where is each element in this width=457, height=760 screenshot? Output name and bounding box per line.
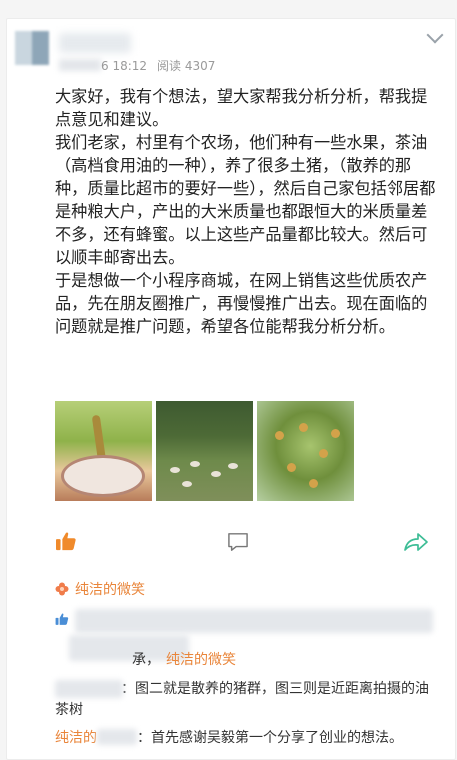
comment-text: ：首先感谢吴毅第一个分享了创业的想法。 — [137, 730, 403, 746]
liker-list-blurred — [75, 609, 433, 633]
photo-bacon[interactable] — [55, 401, 152, 501]
meta-date-blurred — [59, 59, 101, 71]
commenter-name-blurred[interactable] — [55, 680, 123, 698]
chevron-down-icon[interactable] — [426, 26, 444, 44]
photo-detail — [275, 431, 284, 440]
post-paragraph-2: 我们老家，村里有个农场，他们种有一些水果，茶油（高档食用油的一种），养了很多土猪… — [55, 133, 436, 267]
post-meta: 6 18:12 阅读 4307 — [101, 57, 225, 74]
share-icon[interactable] — [403, 531, 429, 553]
photo-detail — [228, 463, 238, 469]
image-gallery — [55, 401, 355, 501]
post-read-count: 阅读 4307 — [157, 59, 216, 73]
post-paragraph-3: 于是想做一个小程序商城，在网上销售这些优质农产品，先在朋友圈推广，再慢慢推广出去… — [55, 271, 428, 336]
liker-name[interactable]: 纯洁的微笑 — [75, 582, 145, 598]
comment-item: 纯洁的 ：首先感谢吴毅第一个分享了创业的想法。 — [55, 728, 439, 749]
liker-line: 纯洁的微笑 — [55, 579, 145, 599]
photo-detail — [287, 463, 296, 472]
photo-detail — [299, 423, 308, 432]
commenter-name[interactable]: 纯洁的 — [55, 730, 97, 746]
photo-detail — [331, 429, 340, 438]
comment-item: ：图二就是散养的猪群，图三则是近距离拍摄的油茶树 — [55, 679, 439, 721]
post-time: 6 18:12 — [101, 59, 148, 73]
photo-detail — [319, 449, 328, 458]
photo-detail — [170, 467, 180, 473]
photo-detail — [309, 479, 318, 488]
thumbs-up-icon — [55, 613, 69, 625]
comment-icon[interactable] — [227, 532, 249, 552]
thumbs-up-icon[interactable] — [55, 531, 77, 551]
photo-oil-tea-tree[interactable] — [257, 401, 354, 501]
liker-name[interactable]: 纯洁的微笑 — [166, 652, 236, 668]
photo-detail — [190, 461, 200, 467]
post-body: 大家好，我有个想法，望大家帮我分析分析，帮我提点意见和建议。 我们老家，村里有个… — [55, 85, 439, 338]
author-avatar[interactable] — [15, 31, 49, 65]
photo-detail — [61, 455, 145, 497]
photo-free-range-pigs[interactable] — [156, 401, 253, 501]
post-paragraph-1: 大家好，我有个想法，望大家帮我分析分析，帮我提点意见和建议。 — [55, 87, 428, 129]
post-card: 6 18:12 阅读 4307 大家好，我有个想法，望大家帮我分析分析，帮我提点意… — [6, 18, 456, 760]
photo-detail — [182, 481, 192, 487]
action-bar — [55, 529, 431, 555]
flower-icon — [55, 582, 69, 596]
author-name-blurred[interactable] — [59, 33, 131, 53]
photo-detail — [211, 471, 221, 477]
liker-list-suffix: 承， — [132, 652, 160, 668]
liker-list-line: 承， 纯洁的微笑 — [55, 650, 236, 671]
commenter-name-blurred — [97, 729, 137, 745]
